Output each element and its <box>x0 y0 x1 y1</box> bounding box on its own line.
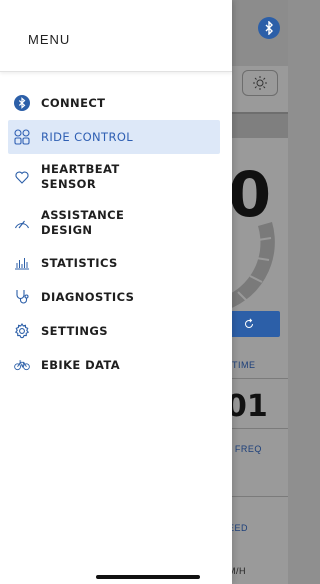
menu-item-heartbeat-sensor[interactable]: HEARTBEAT SENSOR <box>8 154 220 200</box>
menu-item-label: EBIKE DATA <box>41 357 121 372</box>
bar-chart-icon <box>14 254 30 272</box>
gauge-icon <box>14 214 30 232</box>
sun-icon <box>253 76 267 90</box>
navigation-drawer: MENU CONNECT RIDE CONTROL HEARTBEAT SENS… <box>0 0 232 584</box>
label-line-2: DESIGN <box>41 223 93 237</box>
label-line-1: HEARTBEAT <box>41 162 120 176</box>
time-readout: 01 <box>226 389 268 424</box>
bike-icon <box>14 356 30 374</box>
menu-item-label: HEARTBEAT SENSOR <box>41 162 120 192</box>
time-label: TIME <box>232 360 256 370</box>
menu-list: CONNECT RIDE CONTROL HEARTBEAT SENSOR AS… <box>0 72 232 382</box>
menu-item-label: DIAGNOSTICS <box>41 289 135 304</box>
label-line-2: SENSOR <box>41 177 97 191</box>
menu-item-label: STATISTICS <box>41 255 118 270</box>
menu-item-statistics[interactable]: STATISTICS <box>8 246 220 280</box>
heart-icon <box>14 168 30 186</box>
label-line-1: ASSISTANCE <box>41 208 125 222</box>
bluetooth-status-icon[interactable] <box>258 17 280 39</box>
menu-item-ebike-data[interactable]: EBIKE DATA <box>8 348 220 382</box>
drawer-header: MENU <box>0 0 232 72</box>
menu-item-settings[interactable]: SETTINGS <box>8 314 220 348</box>
menu-item-connect[interactable]: CONNECT <box>8 86 220 120</box>
stethoscope-icon <box>14 288 30 306</box>
menu-item-label: RIDE CONTROL <box>41 129 134 144</box>
menu-item-ride-control[interactable]: RIDE CONTROL <box>8 120 220 154</box>
menu-item-label: CONNECT <box>41 95 106 110</box>
home-indicator[interactable] <box>96 575 200 579</box>
menu-item-label: ASSISTANCE DESIGN <box>41 208 124 238</box>
light-toggle-button[interactable] <box>242 70 278 96</box>
bluetooth-icon <box>14 94 30 112</box>
menu-item-diagnostics[interactable]: DIAGNOSTICS <box>8 280 220 314</box>
menu-item-label: SETTINGS <box>41 323 108 338</box>
ride-control-icon <box>14 128 30 146</box>
menu-item-assistance-design[interactable]: ASSISTANCE DESIGN <box>8 200 220 246</box>
menu-title: MENU <box>28 32 71 47</box>
gear-icon <box>14 322 30 340</box>
refresh-icon <box>245 318 253 328</box>
